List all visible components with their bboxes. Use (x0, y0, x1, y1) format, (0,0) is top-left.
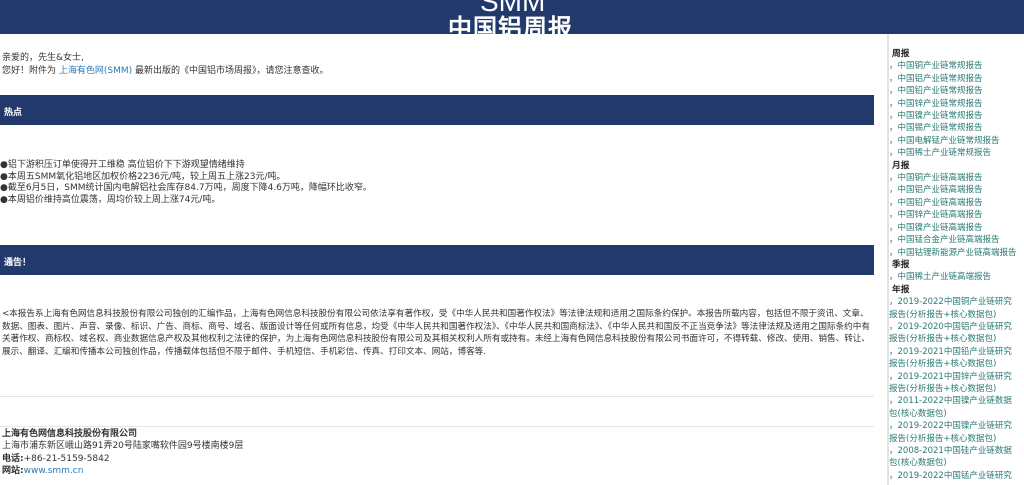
main-content: 亲爱的，先生&女士, 您好！附件为 上海有色网(SMM) 最新出版的《中国铝市场… (0, 34, 888, 485)
annual-report-link[interactable]: ，2019-2021中国铅产业链研究报告(分析报告+核心数据包) (889, 346, 1017, 371)
quarterly-report-link[interactable]: ，中国稀土产业链高端报告 (889, 271, 1024, 283)
report-sidebar: 周报 ，中国铜产业链常规报告 ，中国铝产业链常规报告 ，中国铅产业链常规报告 ，… (888, 34, 1024, 485)
annual-report-link[interactable]: ，2019-2022中国铜产业链研究报告(分析报告+核心数据包) (889, 296, 1017, 321)
annual-report-link[interactable]: ，2019-2020中国铝产业链研究报告(分析报告+核心数据包) (889, 321, 1017, 346)
greeting-line-2: 您好！附件为 上海有色网(SMM) 最新出版的《中国铝市场周报》，请您注意查收。 (2, 65, 329, 78)
weekly-report-link[interactable]: ，中国镍产业链常规报告 (889, 110, 1024, 122)
weekly-report-link[interactable]: ，中国铝产业链常规报告 (889, 73, 1024, 85)
weekly-report-link[interactable]: ，中国铅产业链常规报告 (889, 85, 1024, 97)
company-website: 网站:www.smm.cn (2, 465, 243, 477)
annual-section-title: 年报 (892, 284, 910, 295)
company-address: 上海市浦东新区峨山路91弄20号陆家嘴软件园9号楼南楼9层 (2, 441, 244, 452)
monthly-report-link[interactable]: ，中国铝产业链高端报告 (889, 184, 1024, 196)
annual-list: ，2019-2022中国铜产业链研究报告(分析报告+核心数据包) ，2019-2… (889, 296, 1024, 482)
monthly-report-link[interactable]: ，中国铜产业链高端报告 (889, 172, 1024, 184)
monthly-list: ，中国铜产业链高端报告 ，中国铝产业链高端报告 ，中国铅产业链高端报告 ，中国锌… (889, 172, 1024, 259)
monthly-report-link[interactable]: ，中国镍产业链高端报告 (889, 222, 1024, 234)
hot-item-3: ●截至6月5日，SMM统计国内电解铝社会库存84.7万吨，周度下降4.6万吨，降… (0, 183, 372, 194)
hot-list: ●铝下游积压订单使得开工维稳 高位铝价下下游观望情绪维持 ●本周五SMM氧化铝地… (0, 160, 372, 206)
monthly-section-title: 月报 (892, 160, 910, 171)
copyright-notice: <本报告系上海有色网信息科技股份有限公司独创的汇编作品，上海有色网信息科技股份有… (2, 309, 870, 358)
weekly-section-title: 周报 (892, 49, 910, 59)
monthly-report-link[interactable]: ，中国锌产业链高端报告 (889, 209, 1024, 221)
notice-section-title: 通告！ (4, 258, 32, 268)
weekly-report-link[interactable]: ，中国铜产业链常规报告 (889, 60, 1024, 72)
smm-link[interactable]: 上海有色网(SMM) (59, 66, 132, 76)
hot-item-1: ●铝下游积压订单使得开工维稳 高位铝价下下游观望情绪维持 (0, 160, 245, 170)
phone-label: 电话: (2, 453, 24, 464)
greeting-line-1: 亲爱的，先生&女士, (2, 53, 84, 63)
monthly-report-link[interactable]: ，中国锰合金产业链高端报告 (889, 234, 1024, 246)
annual-report-link[interactable]: ，2019-2022中国镍产业链研究报告(分析报告+核心数据包) (889, 420, 1017, 445)
hot-item-4: ●本周铝价维持高位震荡，周均价较上周上涨74元/吨。 (0, 194, 221, 205)
notice-section-band: 通告！ (0, 245, 874, 275)
report-header: SMM 中国铝周报 (0, 0, 1024, 34)
weekly-report-link[interactable]: ，中国锡产业链常规报告 (889, 122, 1024, 134)
website-label: 网站: (2, 466, 24, 477)
annual-report-link[interactable]: ，2011-2022中国镍产业链数据包(核心数据包) (889, 395, 1017, 420)
hot-section-title: 热点 (4, 108, 23, 118)
hot-section-band: 热点 (0, 95, 874, 125)
greeting: 亲爱的，先生&女士, 您好！附件为 上海有色网(SMM) 最新出版的《中国铝市场… (2, 52, 329, 78)
divider (0, 426, 874, 427)
weekly-report-link[interactable]: ，中国锌产业链常规报告 (889, 98, 1024, 110)
annual-report-link[interactable]: ，2019-2021中国锌产业链研究报告(分析报告+核心数据包) (889, 371, 1017, 396)
divider (0, 396, 874, 397)
quarterly-section-title: 季报 (892, 259, 910, 270)
greeting-prefix: 您好！附件为 (2, 66, 57, 76)
website-link[interactable]: www.smm.cn (24, 466, 84, 476)
monthly-report-link[interactable]: ，中国铅产业链高端报告 (889, 197, 1024, 209)
weekly-report-link[interactable]: ，中国电解锰产业链常规报告 (889, 135, 1024, 147)
monthly-report-link[interactable]: ，中国钴锂新能源产业链高端报告 (889, 247, 1024, 259)
company-name: 上海有色网信息科技股份有限公司 (2, 429, 138, 439)
company-phone: 电话:+86-21-5159-5842 (2, 453, 243, 465)
annual-report-link[interactable]: ，2019-2022中国锰产业链研究 (889, 470, 1017, 482)
quarterly-list: ，中国稀土产业链高端报告 (889, 271, 1024, 283)
weekly-report-link[interactable]: ，中国稀土产业链常规报告 (889, 147, 1024, 159)
phone-number: +86-21-5159-5842 (23, 453, 110, 464)
report-title: 中国铝周报 (448, 14, 573, 34)
greeting-suffix: 最新出版的《中国铝市场周报》，请您注意查收。 (135, 66, 329, 76)
company-info: 上海有色网信息科技股份有限公司 上海市浦东新区峨山路91弄20号陆家嘴软件园9号… (2, 428, 243, 478)
hot-item-2: ●本周五SMM氧化铝地区加权价格2236元/吨，较上周五上涨23元/吨。 (0, 171, 286, 182)
annual-report-link[interactable]: ，2008-2021中国硅产业链数据包(核心数据包) (889, 445, 1017, 470)
weekly-list: ，中国铜产业链常规报告 ，中国铝产业链常规报告 ，中国铅产业链常规报告 ，中国锌… (889, 60, 1024, 159)
